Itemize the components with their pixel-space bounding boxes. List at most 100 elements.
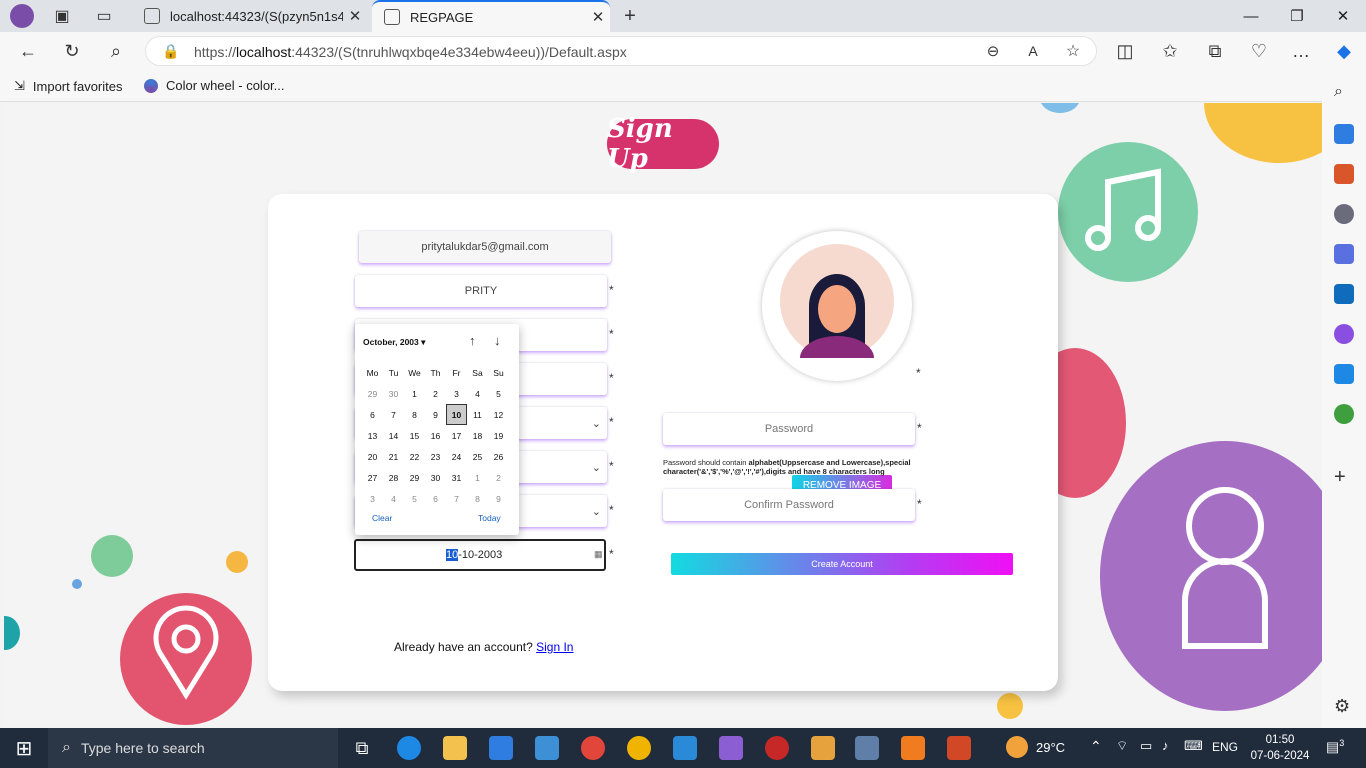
calendar-day[interactable]: 29 [362,383,383,404]
visual-studio-icon[interactable] [719,736,743,760]
chrome-icon[interactable] [627,736,651,760]
calendar-day[interactable]: 22 [404,446,425,467]
arrow-up-icon[interactable]: ↑ [469,333,476,348]
teams-icon[interactable] [1334,324,1354,344]
calendar-day[interactable]: 10 [446,404,467,425]
favorites-icon[interactable]: ✩ [1159,40,1181,62]
chevron-up-icon[interactable]: ⌃ [1090,738,1102,755]
lock-icon[interactable]: 🔒 [160,40,182,62]
calendar-day[interactable]: 31 [446,467,467,488]
calendar-day[interactable]: 7 [446,488,467,509]
close-window-icon[interactable]: ✕ [1328,5,1358,27]
virtualbox-icon[interactable] [855,736,879,760]
taskbar-search-input[interactable]: ⌕ Type here to search [48,728,338,768]
calendar-day[interactable]: 23 [425,446,446,467]
calendar-day[interactable]: 9 [488,488,509,509]
calendar-day[interactable]: 19 [488,425,509,446]
calendar-day[interactable]: 16 [425,425,446,446]
workspaces-icon[interactable]: ▣ [52,6,72,26]
password-field[interactable]: Password [663,413,915,445]
calendar-day[interactable]: 3 [362,488,383,509]
refresh-icon[interactable]: ↻ [61,40,83,62]
calendar-day[interactable]: 7 [383,404,404,425]
date-day-segment[interactable]: 10 [446,549,459,561]
notifications-icon[interactable]: ▤3 [1326,738,1344,756]
send-icon[interactable] [1334,364,1354,384]
calendar-day[interactable]: 1 [467,467,488,488]
restore-icon[interactable]: ❐ [1282,5,1312,27]
tab-actions-icon[interactable]: ▭ [94,6,114,26]
calendar-day[interactable]: 4 [383,488,404,509]
task-view-icon[interactable]: ⧉ [350,736,374,760]
calendar-day[interactable]: 6 [425,488,446,509]
clock[interactable]: 01:50 07-06-2024 [1250,732,1310,764]
calendar-day[interactable]: 21 [383,446,404,467]
settings-gear-icon[interactable]: ⚙ [1334,696,1354,716]
calendar-day[interactable]: 20 [362,446,383,467]
calendar-today-button[interactable]: Today [478,513,501,523]
tab-regpage[interactable]: REGPAGE ✕ [372,0,610,32]
calendar-day[interactable]: 17 [446,425,467,446]
calendar-day[interactable]: 29 [404,467,425,488]
calendar-clear-button[interactable]: Clear [372,513,392,523]
profile-avatar-icon[interactable] [10,4,34,28]
calendar-day[interactable]: 9 [425,404,446,425]
keyboard-icon[interactable]: ⌨ [1184,738,1203,754]
calendar-day[interactable]: 5 [488,383,509,404]
create-account-button[interactable]: Create Account [671,553,1013,575]
vscode-icon[interactable] [673,736,697,760]
game-icon[interactable] [1334,404,1354,424]
arrow-down-icon[interactable]: ↓ [494,333,501,348]
calendar-day[interactable]: 12 [488,404,509,425]
signin-link[interactable]: Sign In [536,640,573,654]
calendar-day[interactable]: 14 [383,425,404,446]
url-input[interactable]: 🔒 https://localhost:44323/(S(tnruhlwqxbq… [145,36,1097,66]
tab-localhost[interactable]: localhost:44323/(S(pzyn5n1s4vio ✕ [132,0,367,32]
more-menu-icon[interactable]: … [1290,40,1312,62]
copilot-icon[interactable]: ◆ [1333,40,1355,62]
split-screen-icon[interactable]: ◫ [1114,40,1136,62]
calendar-day[interactable]: 18 [467,425,488,446]
battery-icon[interactable]: ▭ [1140,738,1152,754]
record-icon[interactable] [765,736,789,760]
read-aloud-icon[interactable]: A [1022,40,1044,62]
search-icon[interactable]: ⌕ [105,40,127,62]
volume-icon[interactable]: ♪ [1162,738,1169,753]
close-tab-icon[interactable]: ✕ [586,8,610,26]
profile-image[interactable] [762,231,912,381]
close-tab-icon[interactable]: ✕ [343,7,367,25]
email-field[interactable]: pritytalukdar5@gmail.com [359,231,611,263]
add-icon[interactable]: + [1334,466,1354,488]
favorite-star-icon[interactable]: ☆ [1062,40,1084,62]
calendar-day[interactable]: 8 [404,404,425,425]
xampp-icon[interactable] [901,736,925,760]
tools-icon[interactable] [1334,164,1354,184]
calendar-day[interactable]: 13 [362,425,383,446]
favorite-import[interactable]: ⇲ Import favorites [14,78,123,94]
new-tab-icon[interactable]: + [620,5,640,27]
chrome-profile-icon[interactable] [581,736,605,760]
copilot-app-icon[interactable] [1334,244,1354,264]
calendar-day[interactable]: 2 [425,383,446,404]
back-icon[interactable]: ← [17,40,39,62]
calendar-day[interactable]: 24 [446,446,467,467]
shopping-icon[interactable] [1334,124,1354,144]
outlook-icon[interactable] [1334,284,1354,304]
calendar-day[interactable]: 5 [404,488,425,509]
edge-taskbar-icon[interactable] [397,736,421,760]
calendar-day[interactable]: 2 [488,467,509,488]
calendar-day[interactable]: 26 [488,446,509,467]
calendar-day[interactable]: 8 [467,488,488,509]
collections-icon[interactable]: ⧉ [1204,40,1226,62]
calendar-day[interactable]: 4 [467,383,488,404]
calendar-day[interactable]: 1 [404,383,425,404]
people-icon[interactable] [1334,204,1354,224]
windows-start-icon[interactable]: ⊞ [12,736,36,760]
calendar-day[interactable]: 25 [467,446,488,467]
weather-temp[interactable]: 29°C [1036,740,1065,755]
search-icon[interactable]: ⌕ [1334,83,1354,103]
calendar-day[interactable]: 30 [425,467,446,488]
paint-icon[interactable] [811,736,835,760]
zoom-icon[interactable]: ⊖ [982,40,1004,62]
minimize-icon[interactable]: — [1236,5,1266,27]
